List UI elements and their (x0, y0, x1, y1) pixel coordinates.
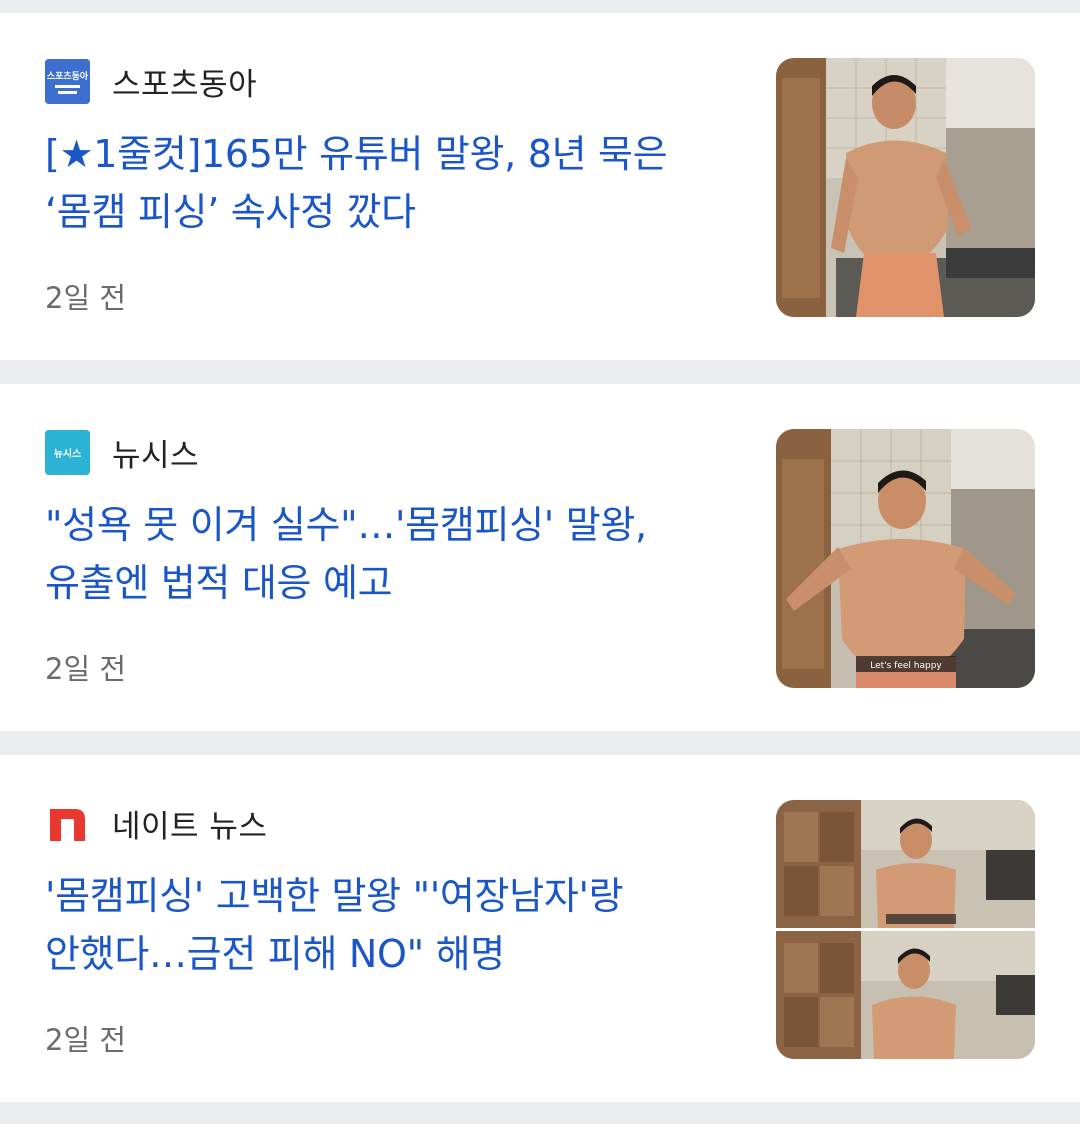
source-name: 뉴시스 (112, 437, 200, 474)
logo-text: 뉴시스 (54, 448, 82, 460)
headline-line: '몸캠피싱' 고백한 말왕 "'여장남자'랑 (45, 874, 624, 918)
news-card[interactable]: 스포츠동아 스포츠동아 [★1줄컷]165만 유튜버 말왕, 8년 묵은 ‘몸캠… (0, 13, 1080, 360)
headline-line: "성욕 못 이겨 실수"…'몸캠피싱' 말왕, (45, 503, 647, 547)
article-time: 2일 전 (45, 281, 127, 315)
article-headline[interactable]: "성욕 못 이겨 실수"…'몸캠피싱' 말왕, 유출엔 법적 대응 예고 (45, 496, 745, 612)
article-thumbnail[interactable] (776, 800, 1035, 1059)
news-feed: 스포츠동아 스포츠동아 [★1줄컷]165만 유튜버 말왕, 8년 묵은 ‘몸캠… (0, 0, 1080, 1124)
article-thumbnail[interactable] (776, 58, 1035, 317)
headline-line: 안했다…금전 피해 NO" 해명 (45, 932, 505, 976)
nate-logo-icon (45, 800, 90, 846)
article-time: 2일 전 (45, 652, 127, 686)
source-name: 네이트 뉴스 (112, 808, 268, 845)
source-row: 뉴시스 뉴시스 (45, 428, 199, 476)
logo-text: 스포츠동아 (47, 70, 89, 82)
source-row: 스포츠동아 스포츠동아 (45, 57, 257, 105)
article-time: 2일 전 (45, 1023, 127, 1057)
sportsdonga-logo-icon: 스포츠동아 (45, 58, 90, 104)
news-card[interactable]: 네이트 뉴스 '몸캠피싱' 고백한 말왕 "'여장남자'랑 안했다…금전 피해 … (0, 755, 1080, 1102)
source-name: 스포츠동아 (112, 66, 258, 103)
newsis-logo-icon: 뉴시스 (45, 429, 90, 475)
source-row: 네이트 뉴스 (45, 799, 267, 847)
headline-line: 유출엔 법적 대응 예고 (45, 561, 393, 605)
article-thumbnail[interactable]: Let's feel happy (776, 429, 1035, 688)
headline-line: ‘몸캠 피싱’ 속사정 깠다 (45, 190, 416, 234)
article-headline[interactable]: [★1줄컷]165만 유튜버 말왕, 8년 묵은 ‘몸캠 피싱’ 속사정 깠다 (45, 125, 745, 241)
headline-line: [★1줄컷]165만 유튜버 말왕, 8년 묵은 (45, 132, 668, 176)
news-card[interactable]: 뉴시스 뉴시스 "성욕 못 이겨 실수"…'몸캠피싱' 말왕, 유출엔 법적 대… (0, 384, 1080, 731)
video-caption: Let's feel happy (870, 661, 942, 671)
article-headline[interactable]: '몸캠피싱' 고백한 말왕 "'여장남자'랑 안했다…금전 피해 NO" 해명 (45, 867, 745, 983)
